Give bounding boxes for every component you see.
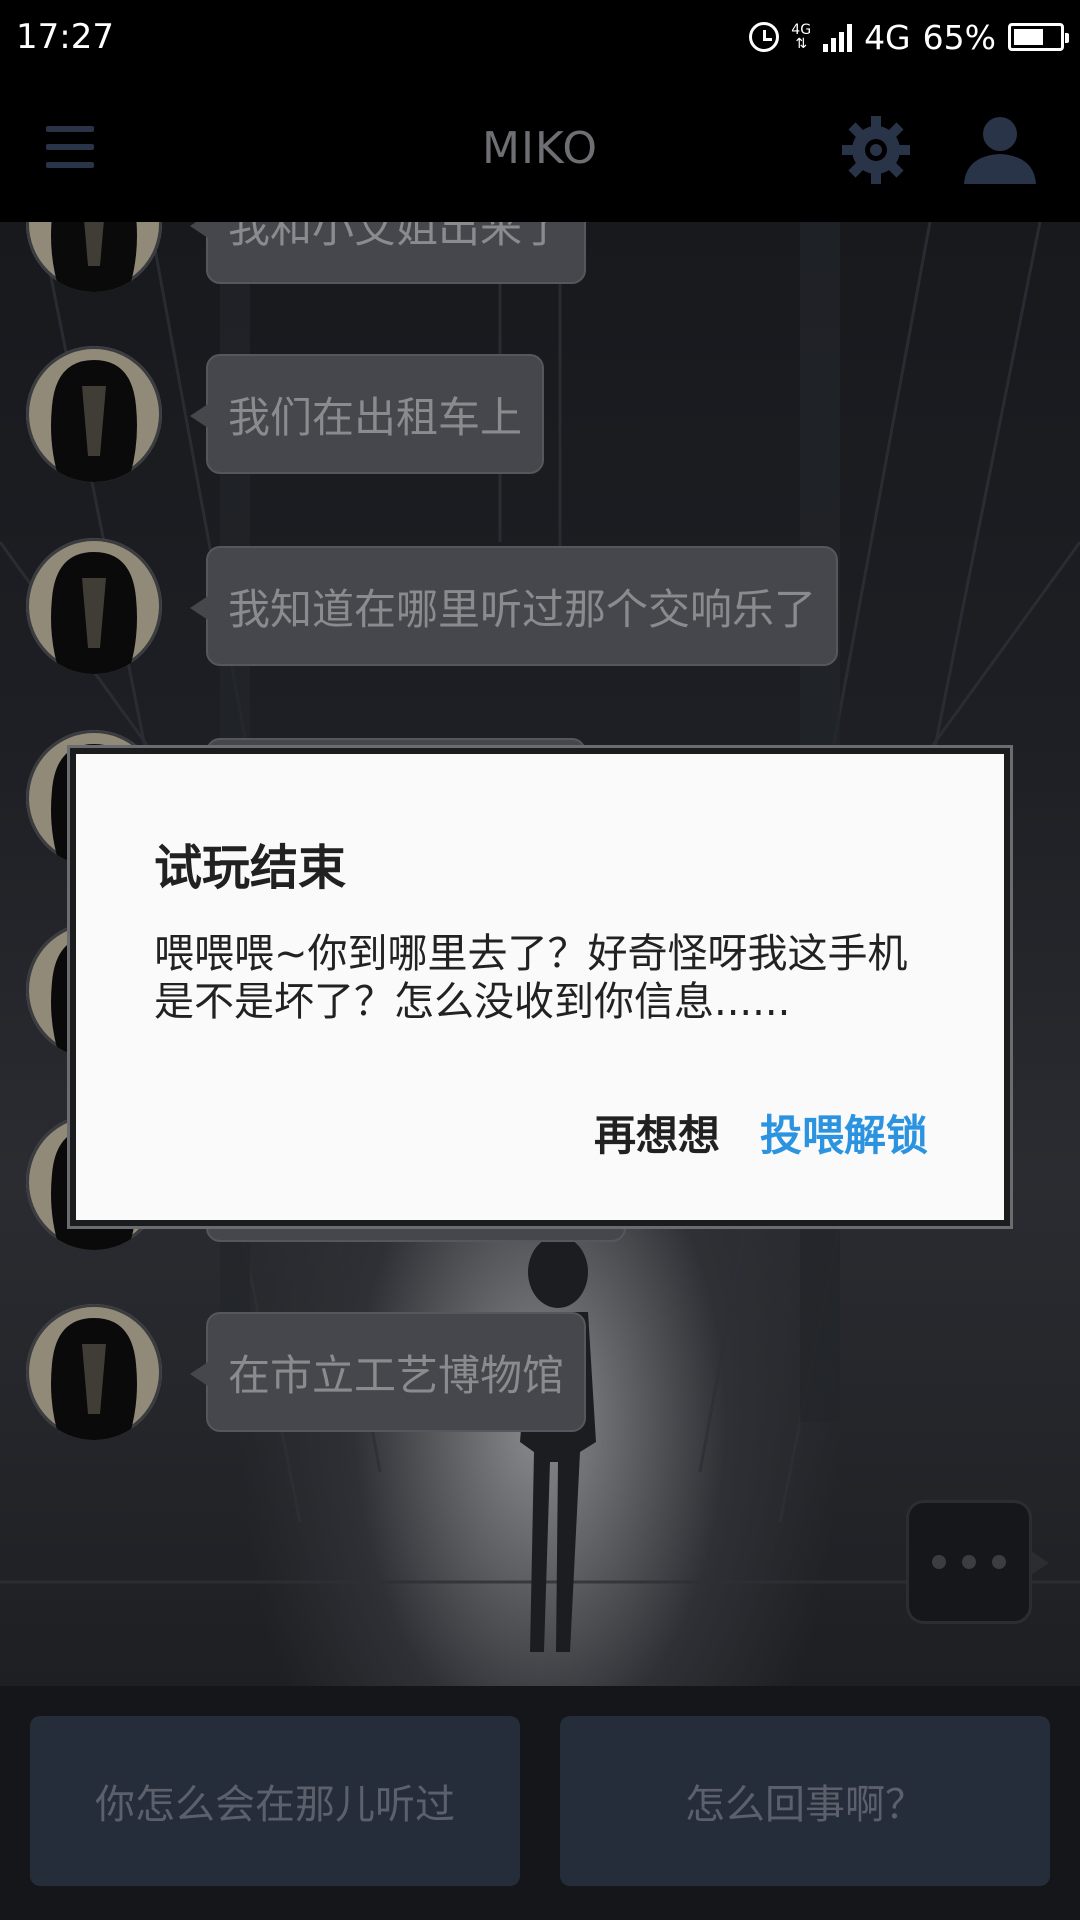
typing-dot [992, 1555, 1006, 1569]
message-bubble: 在市立工艺博物馆 [189, 1312, 587, 1432]
page-title: MIKO [481, 122, 599, 174]
list-item: 我知道在哪里听过那个交响乐了 [26, 538, 839, 674]
network-type-small: 4G ⇅ [791, 22, 812, 52]
message-bubble: 我们在出租车上 [189, 354, 545, 474]
avatar[interactable] [26, 538, 162, 674]
avatar[interactable] [26, 346, 162, 482]
rethink-button[interactable]: 再想想 [594, 1102, 720, 1163]
avatar[interactable] [26, 222, 162, 292]
typing-dot [962, 1555, 976, 1569]
battery-icon [1008, 23, 1069, 51]
reply-options: 你怎么会在那儿听过 怎么回事啊？ [0, 1686, 1080, 1920]
dialog-message: 喂喂喂~你到哪里去了？好奇怪呀我这手机是不是坏了？怎么没收到你信息...... [154, 931, 908, 1025]
alarm-icon [749, 22, 780, 52]
trial-end-dialog: 试玩结束 喂喂喂~你到哪里去了？好奇怪呀我这手机是不是坏了？怎么没收到你信息..… [70, 748, 1010, 1226]
reply-option-button[interactable]: 你怎么会在那儿听过 [30, 1716, 520, 1886]
message-bubble: 我知道在哪里听过那个交响乐了 [189, 546, 839, 666]
reply-option-button[interactable]: 怎么回事啊？ [560, 1716, 1050, 1886]
gear-icon[interactable] [840, 114, 912, 186]
user-icon[interactable] [960, 114, 1040, 186]
signal-icon [823, 22, 853, 52]
dialog-title: 试玩结束 [154, 840, 347, 896]
network-type: 4G [864, 17, 911, 57]
battery-percent: 65% [922, 17, 996, 57]
menu-icon[interactable] [46, 126, 94, 168]
typing-indicator [906, 1500, 1049, 1624]
message-bubble: 我和小艾姐出来了 [189, 222, 587, 284]
avatar[interactable] [26, 1304, 162, 1440]
list-item: 我们在出租车上 [26, 346, 545, 482]
status-bar: 17:27 4G ⇅ 4G 65% [0, 0, 1080, 74]
typing-dot [932, 1555, 946, 1569]
unlock-button[interactable]: 投喂解锁 [760, 1102, 928, 1163]
silhouette-figure [520, 1236, 596, 1652]
app-header: MIKO [0, 74, 1080, 222]
status-icons: 4G ⇅ 4G 65% [749, 17, 1069, 57]
list-item: 我和小艾姐出来了 [26, 222, 587, 292]
list-item: 在市立工艺博物馆 [26, 1304, 587, 1440]
status-time: 17:27 [16, 17, 114, 57]
